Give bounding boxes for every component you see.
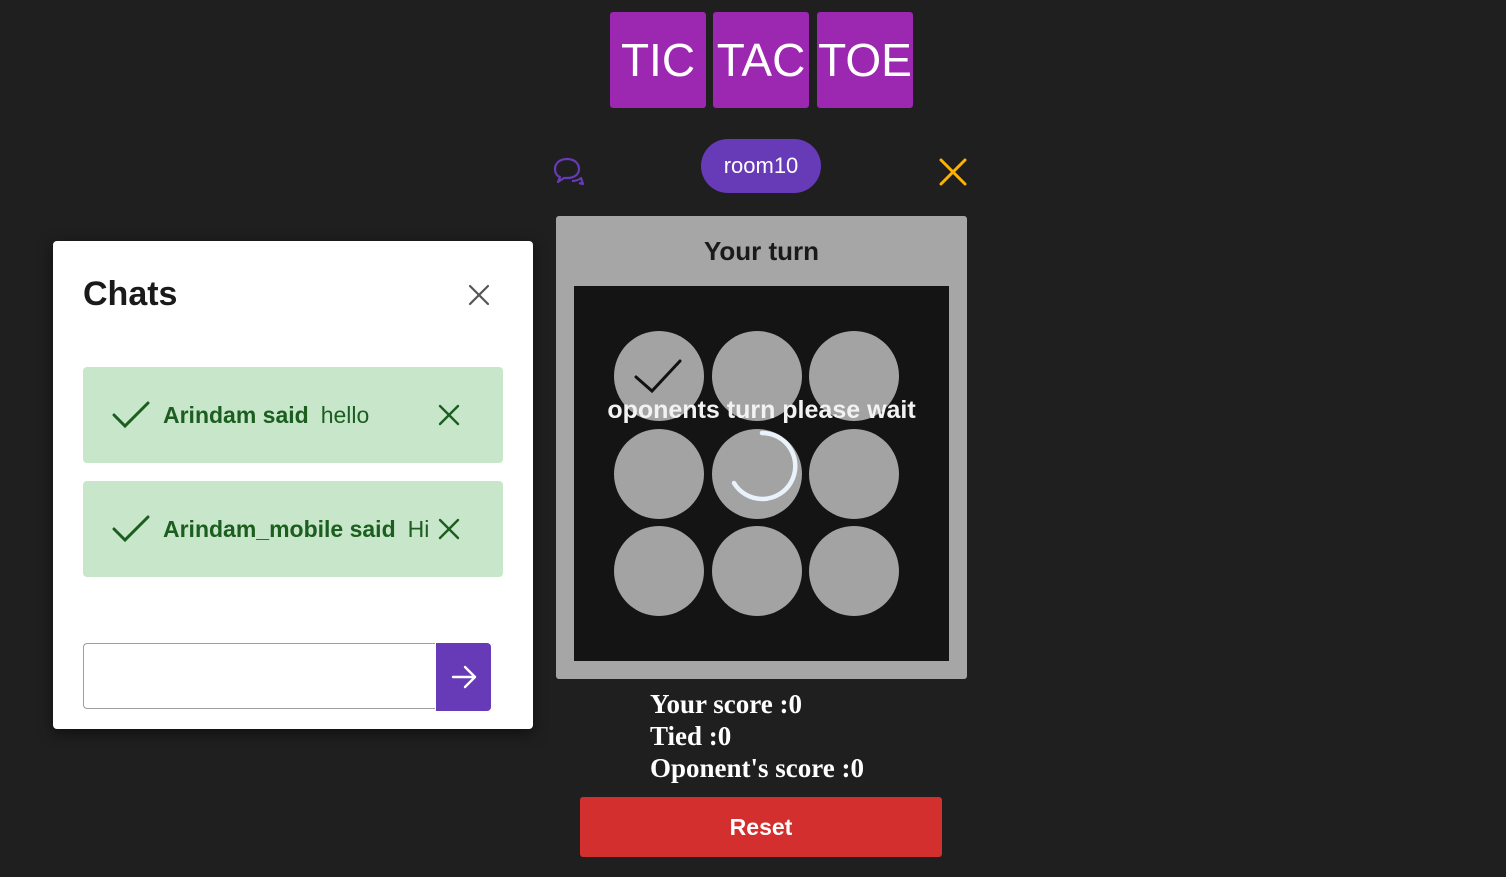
dismiss-message-button[interactable] [435, 515, 463, 543]
send-message-button[interactable] [436, 643, 491, 711]
score-board: Your score :0 Tied :0 Oponent's score :0 [650, 688, 864, 784]
close-icon [939, 158, 967, 186]
dismiss-message-button[interactable] [435, 401, 463, 429]
arrow-right-icon [451, 665, 476, 689]
game-board: oponents turn please wait [574, 286, 949, 661]
game-card: Your turn oponents turn please wait [556, 216, 967, 679]
board-cell-7[interactable] [614, 526, 704, 616]
close-icon [438, 518, 460, 540]
check-icon [112, 401, 150, 429]
chat-panel: Chats Arindam said hello Arindam_mobile … [53, 241, 533, 729]
board-cell-6[interactable] [809, 429, 899, 519]
leave-room-button[interactable] [936, 155, 970, 189]
check-icon [112, 515, 150, 543]
opponent-score: Oponent's score :0 [650, 753, 864, 783]
title-tile-toe: TOE [817, 12, 913, 108]
chat-message-input[interactable] [83, 643, 435, 709]
tied-count: Tied :0 [650, 721, 732, 751]
board-cell-8[interactable] [712, 526, 802, 616]
message-text: hello [320, 401, 370, 428]
chat-toggle-button[interactable] [550, 154, 588, 192]
title-tile-tic: TIC [610, 12, 706, 108]
waiting-message: oponents turn please wait [607, 396, 916, 424]
chat-close-button[interactable] [463, 279, 495, 311]
message-text: Hi [407, 515, 430, 542]
your-score: Your score :0 [650, 689, 802, 719]
board-cell-9[interactable] [809, 526, 899, 616]
close-icon [438, 404, 460, 426]
turn-label: Your turn [703, 236, 820, 266]
chat-message: Arindam_mobile said Hi [83, 481, 503, 577]
close-icon [468, 284, 490, 306]
chat-message: Arindam said hello [83, 367, 503, 463]
chat-bubbles-icon [553, 157, 585, 186]
title-tile-tac: TAC [713, 12, 809, 108]
loading-spinner-icon [731, 430, 798, 502]
reset-button[interactable]: Reset [580, 797, 942, 857]
message-sender: Arindam said [163, 401, 309, 428]
board-cell-4[interactable] [614, 429, 704, 519]
chat-title: Chats [83, 275, 178, 313]
message-sender: Arindam_mobile said [163, 515, 396, 542]
room-chip: room10 [701, 139, 821, 193]
